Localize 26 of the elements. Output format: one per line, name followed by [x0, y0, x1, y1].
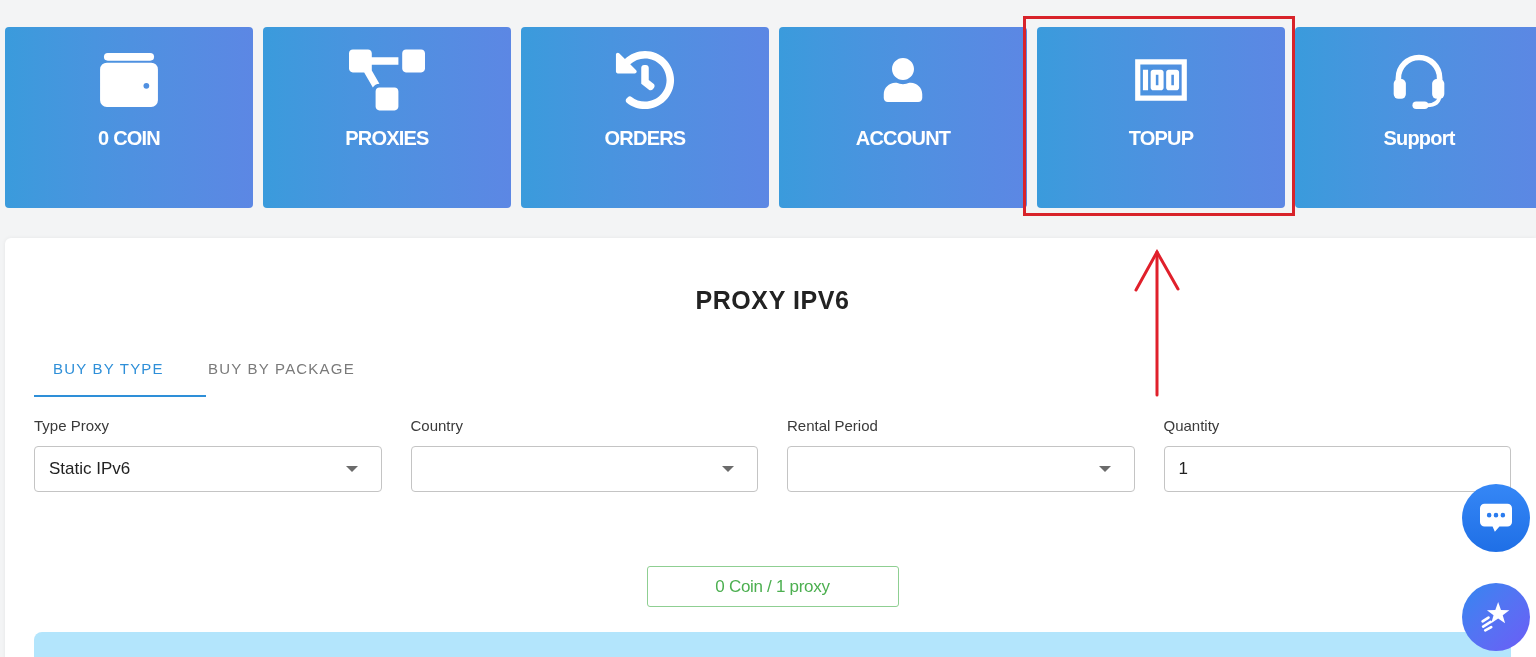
caret-icon — [722, 466, 734, 472]
select-field[interactable]: Static IPv6 — [34, 446, 382, 492]
history-icon — [615, 50, 675, 110]
caret-icon — [345, 466, 358, 472]
nav-tile[interactable]: PROXIES — [263, 27, 511, 208]
select-field[interactable] — [787, 446, 1135, 492]
page-title: PROXY IPV6 — [695, 285, 850, 316]
field-label: Quantity — [1163, 417, 1221, 435]
nav-tile[interactable]: ORDERS — [521, 27, 769, 208]
shooting-star-icon — [1480, 602, 1512, 632]
price-label: 0 Coin / 1 proxy — [646, 566, 899, 608]
caret-icon — [1098, 466, 1111, 472]
tab[interactable]: BUY BY TYPE — [34, 347, 206, 397]
field-label: Country — [410, 417, 465, 435]
field-label: Rental Period — [787, 417, 879, 435]
field-label: Type Proxy — [34, 417, 111, 435]
nav-tile[interactable]: 0 COIN — [5, 27, 253, 208]
nav-tile[interactable]: Support — [1295, 27, 1536, 208]
tab[interactable]: BUY BY PACKAGE — [206, 347, 374, 397]
user-icon — [881, 58, 925, 102]
nav-tile[interactable]: TOPUP — [1037, 27, 1285, 208]
chat-bubble-icon — [1480, 503, 1512, 533]
select-field[interactable] — [410, 446, 758, 492]
wallet-icon — [99, 53, 159, 107]
quantity-input[interactable]: 1 — [1163, 446, 1511, 492]
nav-tile[interactable]: ACCOUNT — [779, 27, 1027, 208]
